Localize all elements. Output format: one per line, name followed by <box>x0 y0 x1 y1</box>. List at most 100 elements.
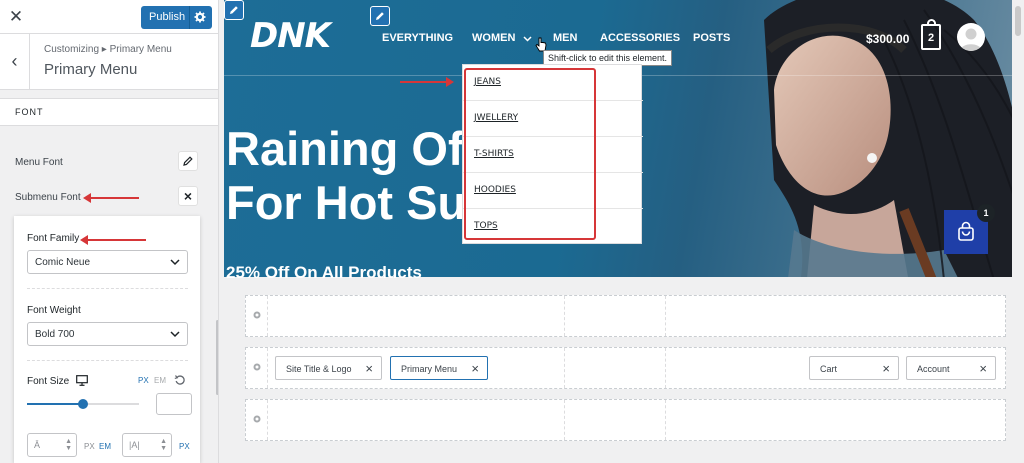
cart-handle <box>927 19 936 26</box>
gear-icon <box>253 415 261 423</box>
hero-heading: Raining Of For Hot Su <box>226 122 466 230</box>
submenu-highlight-box <box>464 68 596 240</box>
row-settings-button[interactable] <box>246 348 268 388</box>
customizer-sidebar: ✕ Publish ‹ Customizing ▸ Primary Menu P… <box>0 0 219 463</box>
avatar[interactable] <box>957 23 985 51</box>
nav-item-posts[interactable]: POSTS <box>693 32 730 44</box>
gear-icon[interactable] <box>194 10 206 24</box>
annotation-arrow <box>83 193 139 203</box>
nav-item-everything[interactable]: EVERYTHING <box>382 32 453 44</box>
logo-edit-shortcut[interactable] <box>224 0 244 20</box>
pencil-icon <box>376 12 384 20</box>
line-height-input[interactable]: Ā ▲ ▼ <box>27 433 77 457</box>
font-weight-label: Font Weight <box>27 305 81 316</box>
row-column-divider <box>665 400 666 440</box>
stepper-icon[interactable]: ▲ ▼ <box>65 438 72 452</box>
gear-icon <box>253 363 261 371</box>
floating-cart-count: 1 <box>977 204 995 222</box>
font-weight-select[interactable]: Bold 700 <box>27 322 188 346</box>
site-logo[interactable]: DNK <box>250 16 331 56</box>
pencil-icon <box>183 156 193 166</box>
font-weight-value: Bold 700 <box>35 329 75 340</box>
section-font-label: FONT <box>15 107 44 117</box>
nav-item-women[interactable]: WOMEN <box>472 32 515 44</box>
panel-title: Primary Menu <box>44 61 138 78</box>
gear-icon <box>253 311 261 319</box>
monitor-icon[interactable] <box>76 375 88 386</box>
close-icon[interactable]: ✕ <box>0 0 32 33</box>
chevron-down-icon <box>170 259 180 266</box>
site-preview: DNK EVERYTHING WOMEN MEN ACCESSORIES POS… <box>224 0 1024 463</box>
nav-item-men[interactable]: MEN <box>553 32 577 44</box>
pencil-icon <box>230 6 238 14</box>
slider-handle[interactable] <box>78 399 88 409</box>
sidebar-scrollbar[interactable] <box>216 320 218 395</box>
publish-button[interactable]: Publish <box>141 6 212 29</box>
letter-spacing-unit-px[interactable]: PX <box>179 442 190 451</box>
font-family-value: Comic Neue <box>35 257 91 268</box>
divider <box>27 360 188 361</box>
submenu-font-label: Submenu Font <box>15 192 81 203</box>
header-builder-row-top[interactable] <box>245 295 1006 337</box>
user-icon <box>960 28 982 51</box>
font-family-label: Font Family <box>27 233 80 244</box>
line-height-icon: Ā <box>34 440 41 450</box>
cart-count: 2 <box>927 32 935 44</box>
breadcrumb-parent: Customizing ▸ Primary Menu <box>44 44 172 55</box>
chip-cart[interactable]: Cart × <box>809 356 899 380</box>
hero-heading-line1: Raining Of <box>226 122 464 175</box>
font-settings-popup: Font Family Comic Neue Font Weight Bold … <box>14 216 200 463</box>
chip-primary-menu[interactable]: Primary Menu × <box>390 356 488 380</box>
line-height-unit-em[interactable]: EM <box>99 442 111 451</box>
preview-scrollbar[interactable] <box>1012 0 1024 277</box>
reset-icon[interactable] <box>174 374 186 386</box>
font-family-select[interactable]: Comic Neue <box>27 250 188 274</box>
customizer-topbar: ✕ Publish <box>0 0 218 34</box>
chevron-down-icon <box>523 36 532 42</box>
stepper-icon[interactable]: ▲ ▼ <box>160 438 167 452</box>
header-builder-row-main[interactable]: Site Title & Logo × Primary Menu × Cart … <box>245 347 1006 389</box>
unit-px-toggle[interactable]: PX <box>138 376 149 385</box>
unit-em-toggle[interactable]: EM <box>154 376 166 385</box>
close-icon[interactable]: × <box>882 361 890 376</box>
cart-icon[interactable]: 2 <box>921 19 941 50</box>
cart-total[interactable]: $300.00 <box>866 32 909 46</box>
back-arrow-icon[interactable]: ‹ <box>0 34 30 90</box>
font-size-label: Font Size <box>27 376 70 387</box>
row-column-divider <box>564 348 565 388</box>
chip-label: Cart <box>820 364 838 374</box>
chevron-down-icon <box>170 331 180 338</box>
header-builder-row-bottom[interactable] <box>245 399 1006 441</box>
publish-label: Publish <box>149 11 186 23</box>
section-header-font: FONT <box>0 98 218 126</box>
close-icon[interactable]: × <box>365 361 373 376</box>
row-column-divider <box>564 400 565 440</box>
menu-edit-shortcut[interactable] <box>370 6 390 26</box>
breadcrumb: ‹ Customizing ▸ Primary Menu Primary Men… <box>0 34 218 90</box>
chip-label: Primary Menu <box>401 364 458 374</box>
chip-site-title-logo[interactable]: Site Title & Logo × <box>275 356 382 380</box>
row-column-divider <box>665 296 666 336</box>
row-settings-button[interactable] <box>246 296 268 336</box>
hero-subheading: 25% Off On All Products <box>226 263 422 282</box>
row-settings-button[interactable] <box>246 400 268 440</box>
chip-account[interactable]: Account × <box>906 356 996 380</box>
chip-label: Account <box>917 364 950 374</box>
row-column-divider <box>564 296 565 336</box>
scrollbar-thumb[interactable] <box>1015 6 1021 36</box>
font-size-input[interactable] <box>156 393 192 415</box>
menu-font-edit-button[interactable] <box>178 151 198 171</box>
menu-font-label: Menu Font <box>15 157 63 168</box>
font-size-slider[interactable] <box>27 399 139 409</box>
submenu-font-close-button[interactable]: × <box>178 186 198 206</box>
close-icon[interactable]: × <box>471 361 479 376</box>
letter-spacing-input[interactable]: |A| ▲ ▼ <box>122 433 172 457</box>
line-height-unit-px[interactable]: PX <box>84 442 95 451</box>
letter-spacing-icon: |A| <box>129 440 140 450</box>
chip-label: Site Title & Logo <box>286 364 352 374</box>
close-icon[interactable]: × <box>979 361 987 376</box>
annotation-arrow <box>400 77 454 87</box>
row-column-divider <box>665 348 666 388</box>
annotation-arrow <box>80 235 146 245</box>
nav-item-accessories[interactable]: ACCESSORIES <box>600 32 680 44</box>
